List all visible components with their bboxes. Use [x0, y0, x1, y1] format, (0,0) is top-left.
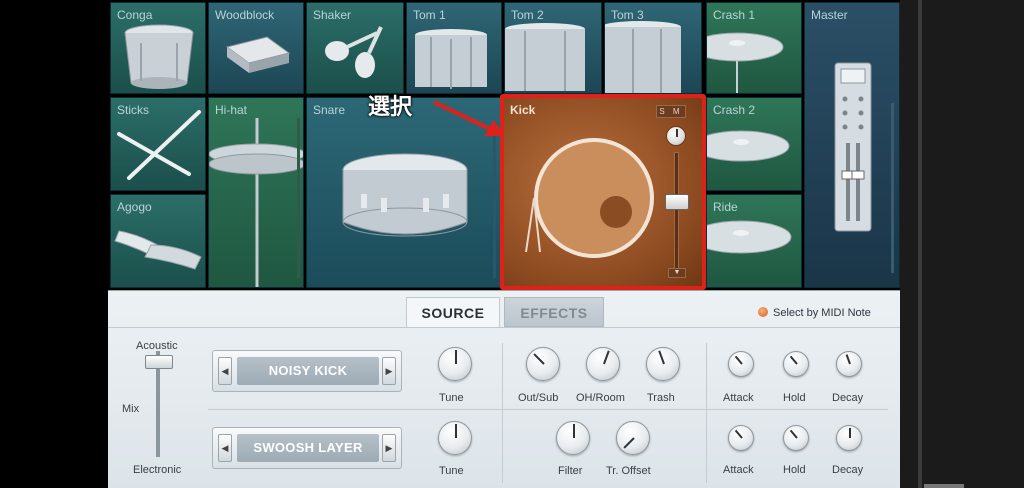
- decay-knob[interactable]: [836, 425, 862, 451]
- pad-conga[interactable]: Conga: [110, 2, 206, 94]
- knob-label: Attack: [723, 464, 754, 476]
- woodblock-icon: [225, 36, 291, 73]
- tom-icon: [605, 21, 681, 93]
- knob-label: Hold: [783, 464, 806, 476]
- pad-shaker[interactable]: Shaker: [306, 2, 404, 94]
- right-border: [900, 0, 1024, 488]
- kick-menu-button[interactable]: ▼: [668, 268, 686, 278]
- knob-label: Tune: [439, 392, 464, 404]
- left-border: [0, 0, 108, 488]
- knob-label: Hold: [783, 392, 806, 404]
- ohroom-knob[interactable]: [586, 347, 620, 381]
- midi-select-toggle[interactable]: Select by MIDI Note: [758, 307, 871, 319]
- divider: [502, 343, 503, 483]
- cymbal-icon: [707, 32, 784, 93]
- layer-selector: ◀ SWOOSH LAYER ▶: [212, 427, 402, 469]
- pad-agogo[interactable]: Agogo: [110, 194, 206, 288]
- pad-sticks[interactable]: Sticks: [110, 97, 206, 191]
- hihat-icon: [209, 118, 303, 287]
- knob-label: Tune: [439, 465, 464, 477]
- layer-selector: ◀ NOISY KICK ▶: [212, 350, 402, 392]
- pad-tom1[interactable]: Tom 1: [406, 2, 502, 94]
- knob-label: Attack: [723, 392, 754, 404]
- outsub-knob[interactable]: [526, 347, 560, 381]
- sample-name[interactable]: NOISY KICK: [237, 357, 379, 385]
- tab-effects[interactable]: EFFECTS: [504, 297, 604, 327]
- knob-label: Decay: [832, 464, 864, 476]
- annotation-arrow-icon: [433, 100, 504, 136]
- source-panel: SOURCE EFFECTS Select by MIDI Note Acous…: [108, 290, 900, 488]
- divider: [208, 409, 888, 410]
- tom-icon: [505, 23, 585, 91]
- knob-label: Filter: [558, 465, 583, 477]
- pad-tom2[interactable]: Tom 2: [504, 2, 602, 94]
- hold-knob[interactable]: [783, 351, 809, 377]
- agogo-icon: [114, 230, 202, 270]
- knob-label: OH/Room: [576, 392, 625, 404]
- tab-divider: [108, 327, 900, 328]
- kick-fader-track: [674, 152, 679, 270]
- filter-knob[interactable]: [556, 421, 590, 455]
- troffset-knob[interactable]: [616, 421, 650, 455]
- pad-kick[interactable]: Kick S M ▼: [504, 98, 702, 286]
- knob-label: Out/Sub: [518, 392, 559, 404]
- prev-sample-button[interactable]: ◀: [218, 357, 232, 385]
- pad-master[interactable]: Master: [804, 2, 900, 288]
- conga-icon: [124, 24, 194, 89]
- cymbal-icon: [707, 130, 790, 162]
- midi-select-label: Select by MIDI Note: [773, 307, 871, 319]
- mix-slider-handle[interactable]: [145, 355, 173, 369]
- attack-knob[interactable]: [728, 351, 754, 377]
- tab-source[interactable]: SOURCE: [406, 297, 500, 327]
- sample-name[interactable]: SWOOSH LAYER: [237, 434, 379, 462]
- tom-icon: [415, 29, 487, 89]
- attack-knob[interactable]: [728, 425, 754, 451]
- pad-tom3[interactable]: Tom 3: [604, 2, 702, 94]
- scrollbar-track[interactable]: [918, 0, 922, 488]
- decay-knob[interactable]: [836, 351, 862, 377]
- divider: [706, 343, 707, 483]
- pad-woodblock[interactable]: Woodblock: [208, 2, 304, 94]
- knob-label: Decay: [832, 392, 864, 404]
- annotation-label: 選択: [368, 95, 413, 120]
- next-sample-button[interactable]: ▶: [382, 357, 396, 385]
- cymbal-icon: [707, 220, 792, 254]
- pad-hihat[interactable]: Hi-hat: [208, 97, 304, 288]
- kick-fader-handle[interactable]: [665, 194, 689, 210]
- knob-label: Tr. Offset: [606, 465, 651, 477]
- trash-knob[interactable]: [646, 347, 680, 381]
- scrollbar-thumb[interactable]: [924, 484, 964, 488]
- sticks-icon: [117, 110, 201, 180]
- pad-ride[interactable]: Ride: [706, 194, 802, 288]
- mix-bottom-label: Electronic: [133, 464, 182, 476]
- pad-crash2[interactable]: Crash 2: [706, 97, 802, 191]
- solo-mute-toggle[interactable]: S M: [656, 105, 686, 118]
- pad-crash1[interactable]: Crash 1: [706, 2, 802, 94]
- shaker-icon: [325, 26, 383, 78]
- kick-volume-knob[interactable]: [666, 126, 686, 146]
- tune-knob[interactable]: [438, 421, 472, 455]
- knob-label: Trash: [647, 392, 675, 404]
- mix-label: Mix: [122, 403, 140, 415]
- tune-knob[interactable]: [438, 347, 472, 381]
- master-fader-icon: [834, 62, 894, 273]
- pad-label: Kick: [510, 103, 536, 117]
- led-icon: [758, 307, 768, 317]
- next-sample-button[interactable]: ▶: [382, 434, 396, 462]
- hold-knob[interactable]: [783, 425, 809, 451]
- prev-sample-button[interactable]: ◀: [218, 434, 232, 462]
